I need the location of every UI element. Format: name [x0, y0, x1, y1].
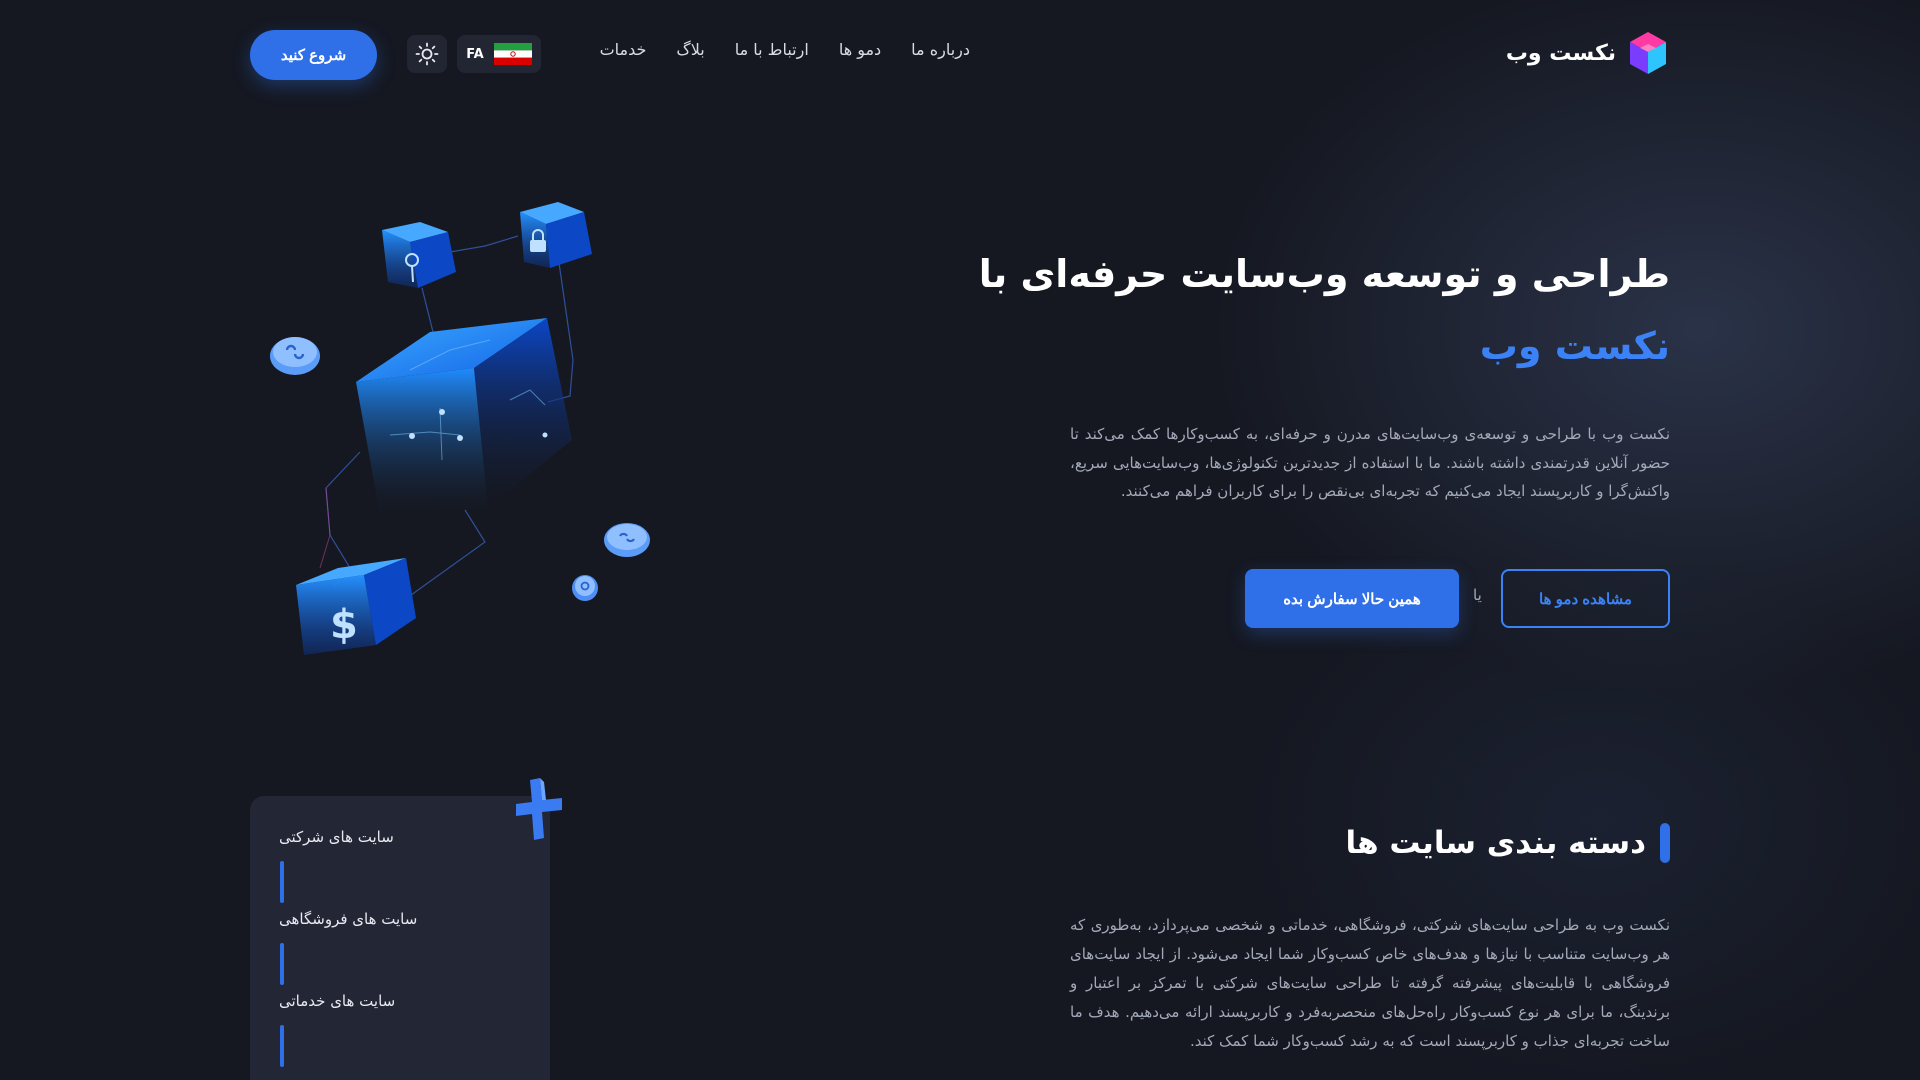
section-description: نکست وب به طراحی سایت‌های شرکتی، فروشگاه… — [1070, 916, 1670, 1050]
category-divider — [280, 1025, 284, 1067]
main-cube-icon — [356, 318, 572, 515]
nav-item-blog[interactable]: بلاگ — [676, 40, 704, 59]
section-accent-bar — [1660, 823, 1670, 863]
site-header: نکست وب درباره ما دمو ها ارتباط با ما بل… — [0, 0, 1920, 110]
get-started-button[interactable]: شروع کنید — [250, 30, 377, 80]
nav-item-about[interactable]: درباره ما — [911, 40, 970, 59]
sun-icon — [415, 42, 439, 66]
logo[interactable]: نکست وب — [1506, 30, 1670, 76]
main-nav: درباره ما دمو ها ارتباط با ما بلاگ خدمات — [600, 40, 970, 59]
section-heading: دسته بندی سایت ها — [1345, 823, 1670, 863]
hero-illustration: $ — [260, 190, 660, 680]
logo-cube-icon — [1626, 30, 1670, 76]
hero-title: طراحی و توسعه وب‌سایت حرفه‌ای با — [978, 252, 1670, 296]
category-item-shop[interactable]: سایت های فروشگاهی — [279, 910, 417, 928]
category-item-services[interactable]: سایت های خدماتی — [279, 992, 395, 1010]
link-icon — [604, 523, 650, 557]
order-now-button[interactable]: همین حالا سفارش بده — [1245, 569, 1459, 628]
svg-text:$: $ — [330, 602, 358, 648]
language-code: FA — [466, 46, 484, 62]
nav-item-services[interactable]: خدمات — [600, 40, 647, 59]
category-item-corporate[interactable]: سایت های شرکتی — [279, 828, 394, 846]
logo-text: نکست وب — [1505, 40, 1616, 66]
iran-flag-icon — [493, 43, 532, 65]
hero-description: نکست وب با طراحی و توسعه‌ی وب‌سایت‌های م… — [1070, 425, 1670, 500]
category-divider — [280, 943, 284, 985]
category-list-card: سایت های شرکتی سایت های فروشگاهی سایت ها… — [250, 796, 550, 1080]
nav-item-demos[interactable]: دمو ها — [839, 40, 881, 59]
link-icon — [572, 575, 598, 601]
key-icon — [382, 222, 456, 288]
plus-icon — [516, 778, 562, 840]
language-switcher[interactable]: FA — [457, 35, 541, 73]
or-separator: یا — [1473, 586, 1482, 604]
hero-brand-name: نکست وب — [1479, 324, 1670, 368]
view-demos-button[interactable]: مشاهده دمو ها — [1501, 569, 1670, 628]
category-divider — [280, 861, 284, 903]
dollar-icon: $ — [296, 558, 416, 655]
nav-item-contact[interactable]: ارتباط با ما — [735, 40, 809, 59]
lock-icon — [520, 202, 592, 268]
link-icon — [270, 337, 320, 375]
section-title: دسته بندی سایت ها — [1345, 825, 1646, 861]
theme-toggle-button[interactable] — [407, 35, 447, 73]
